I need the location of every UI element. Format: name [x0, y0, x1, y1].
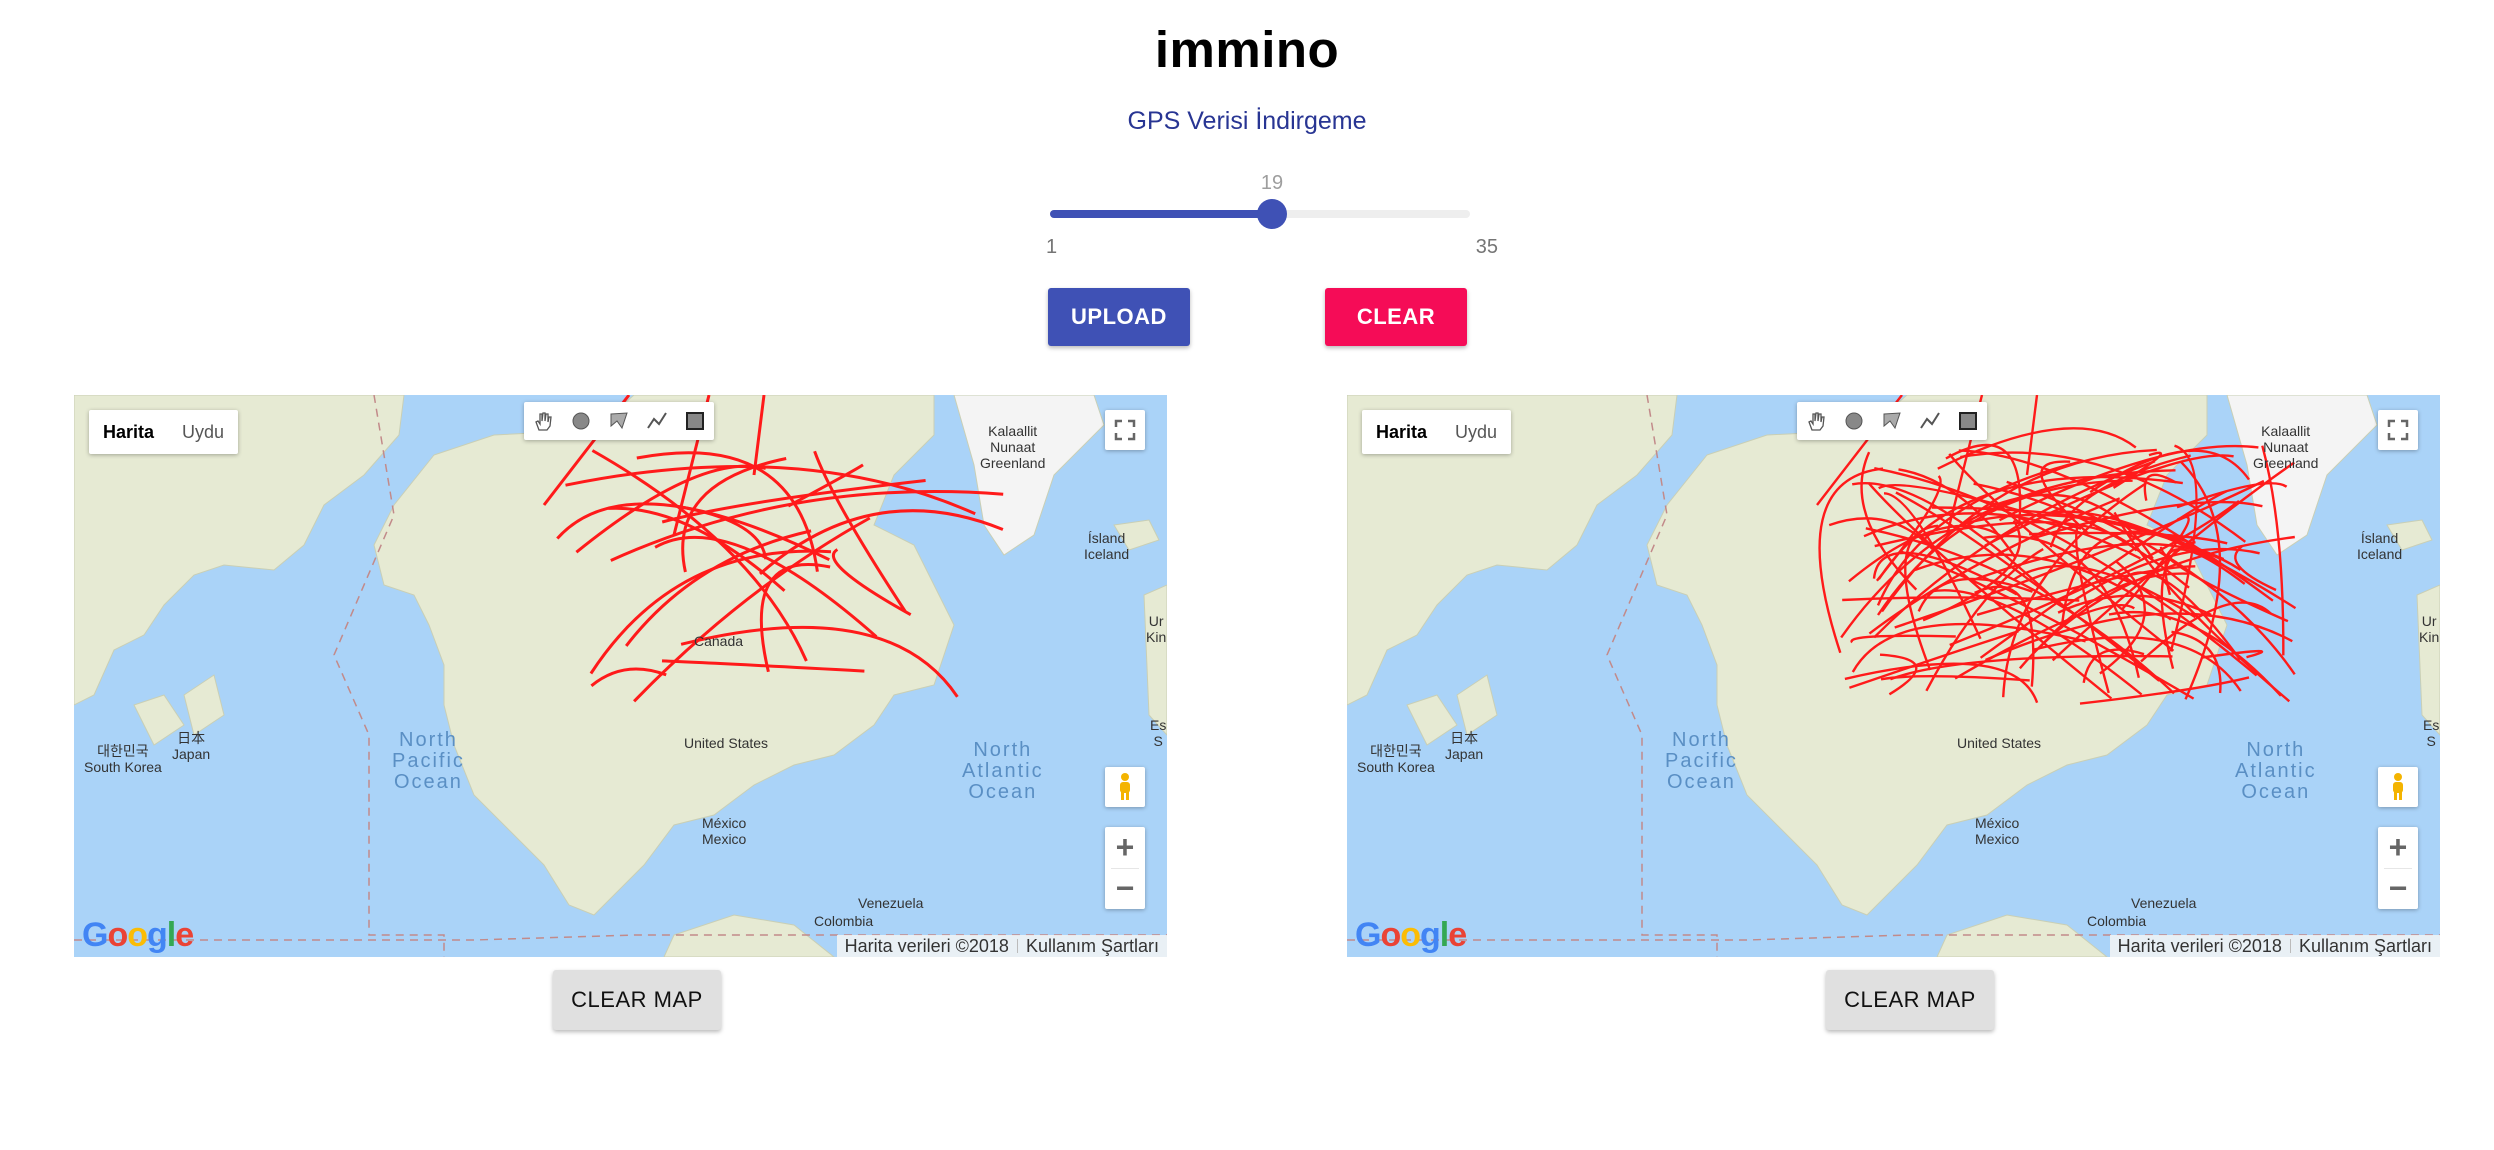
label-canada: Canada	[694, 633, 744, 649]
hand-icon[interactable]	[1797, 402, 1835, 440]
drawing-toolbar[interactable]	[1797, 402, 1987, 440]
label-korea: 대한민국 South Korea	[1357, 743, 1435, 775]
hand-icon[interactable]	[524, 402, 562, 440]
upload-button[interactable]: UPLOAD	[1048, 288, 1190, 346]
google-logo: Google	[1355, 916, 1467, 954]
zoom-in-icon[interactable]: +	[1105, 827, 1145, 868]
map-type-roadmap[interactable]: Harita	[89, 410, 168, 454]
fullscreen-icon[interactable]	[1105, 410, 1145, 450]
slider-value-label: 19	[1260, 172, 1284, 194]
map-attribution: Harita verileri ©2018 Kullanım Şartları	[836, 935, 1167, 957]
label-venezuela: Venezuela	[2131, 895, 2197, 911]
label-japan: 日本 Japan	[1445, 730, 1484, 762]
label-es: Es S	[1150, 717, 1167, 749]
label-mexico: México Mexico	[702, 815, 747, 847]
label-colombia: Colombia	[814, 913, 874, 929]
zoom-out-icon[interactable]: −	[2378, 868, 2418, 909]
label-uk: Ur Kin	[1146, 613, 1167, 645]
label-usa: United States	[684, 735, 769, 751]
clear-button[interactable]: CLEAR	[1325, 288, 1467, 346]
label-venezuela: Venezuela	[858, 895, 924, 911]
map-attribution: Harita verileri ©2018 Kullanım Şartları	[2109, 935, 2440, 957]
label-iceland: Ísland Iceland	[2357, 530, 2403, 562]
map-data-credit: Harita verileri ©2018	[2117, 936, 2282, 956]
clear-map-button-original[interactable]: CLEAR MAP	[553, 970, 721, 1030]
polygon-icon[interactable]	[1873, 402, 1911, 440]
pegman-icon[interactable]	[2378, 767, 2418, 807]
label-north-pacific: North Pacific Ocean	[1665, 729, 1738, 793]
map-type-satellite[interactable]: Uydu	[1441, 410, 1511, 454]
zoom-out-icon[interactable]: −	[1105, 868, 1145, 909]
slider-fill	[1050, 210, 1272, 218]
terms-link[interactable]: Kullanım Şartları	[1018, 935, 1167, 957]
zoom-in-icon[interactable]: +	[2378, 827, 2418, 868]
terms-link[interactable]: Kullanım Şartları	[2291, 935, 2440, 957]
map-data-credit: Harita verileri ©2018	[844, 936, 1009, 956]
circle-icon[interactable]	[1835, 402, 1873, 440]
polyline-icon[interactable]	[1911, 402, 1949, 440]
label-north-pacific: North Pacific Ocean	[392, 729, 465, 793]
label-greenland: Kalaallit Nunaat Greenland	[980, 423, 1046, 471]
app-title: immino	[1154, 21, 1340, 78]
original-map[interactable]: Harita Uydu + − Kalaallit Nunaat Greenla…	[74, 395, 1167, 957]
polyline-icon[interactable]	[638, 402, 676, 440]
label-colombia: Colombia	[2087, 913, 2147, 929]
page-subtitle: GPS Verisi İndirgeme	[1127, 107, 1367, 135]
slider-min-label: 1	[1046, 236, 1058, 258]
circle-icon[interactable]	[562, 402, 600, 440]
rectangle-icon[interactable]	[676, 402, 714, 440]
map-type-control[interactable]: Harita Uydu	[89, 410, 239, 454]
drawing-toolbar[interactable]	[524, 402, 714, 440]
map-type-satellite[interactable]: Uydu	[168, 410, 238, 454]
label-north-atlantic: North Atlantic Ocean	[2235, 739, 2317, 803]
map-type-control[interactable]: Harita Uydu	[1362, 410, 1512, 454]
label-es: Es S	[2423, 717, 2440, 749]
label-north-atlantic: North Atlantic Ocean	[962, 739, 1044, 803]
reduced-map[interactable]: Harita Uydu + − Kalaallit Nunaat Greenla…	[1347, 395, 2440, 957]
slider-max-label: 35	[1475, 236, 1498, 258]
clear-map-button-reduced[interactable]: CLEAR MAP	[1826, 970, 1994, 1030]
google-logo: Google	[82, 916, 194, 954]
label-greenland: Kalaallit Nunaat Greenland	[2253, 423, 2319, 471]
fullscreen-icon[interactable]	[2378, 410, 2418, 450]
map-tiles	[74, 395, 1167, 957]
label-usa: United States	[1957, 735, 2042, 751]
zoom-control[interactable]: + −	[1105, 827, 1145, 909]
label-japan: 日本 Japan	[172, 730, 211, 762]
zoom-control[interactable]: + −	[2378, 827, 2418, 909]
rectangle-icon[interactable]	[1949, 402, 1987, 440]
label-uk: Ur Kin	[2419, 613, 2440, 645]
pegman-icon[interactable]	[1105, 767, 1145, 807]
slider-thumb[interactable]	[1257, 199, 1287, 229]
slider-track[interactable]	[1050, 199, 1470, 229]
tolerance-slider[interactable]: 19 1 35	[1046, 170, 1498, 260]
label-iceland: Ísland Iceland	[1084, 530, 1130, 562]
map-tiles	[1347, 395, 2440, 957]
label-korea: 대한민국 South Korea	[84, 743, 162, 775]
polygon-icon[interactable]	[600, 402, 638, 440]
map-type-roadmap[interactable]: Harita	[1362, 410, 1441, 454]
label-mexico: México Mexico	[1975, 815, 2020, 847]
